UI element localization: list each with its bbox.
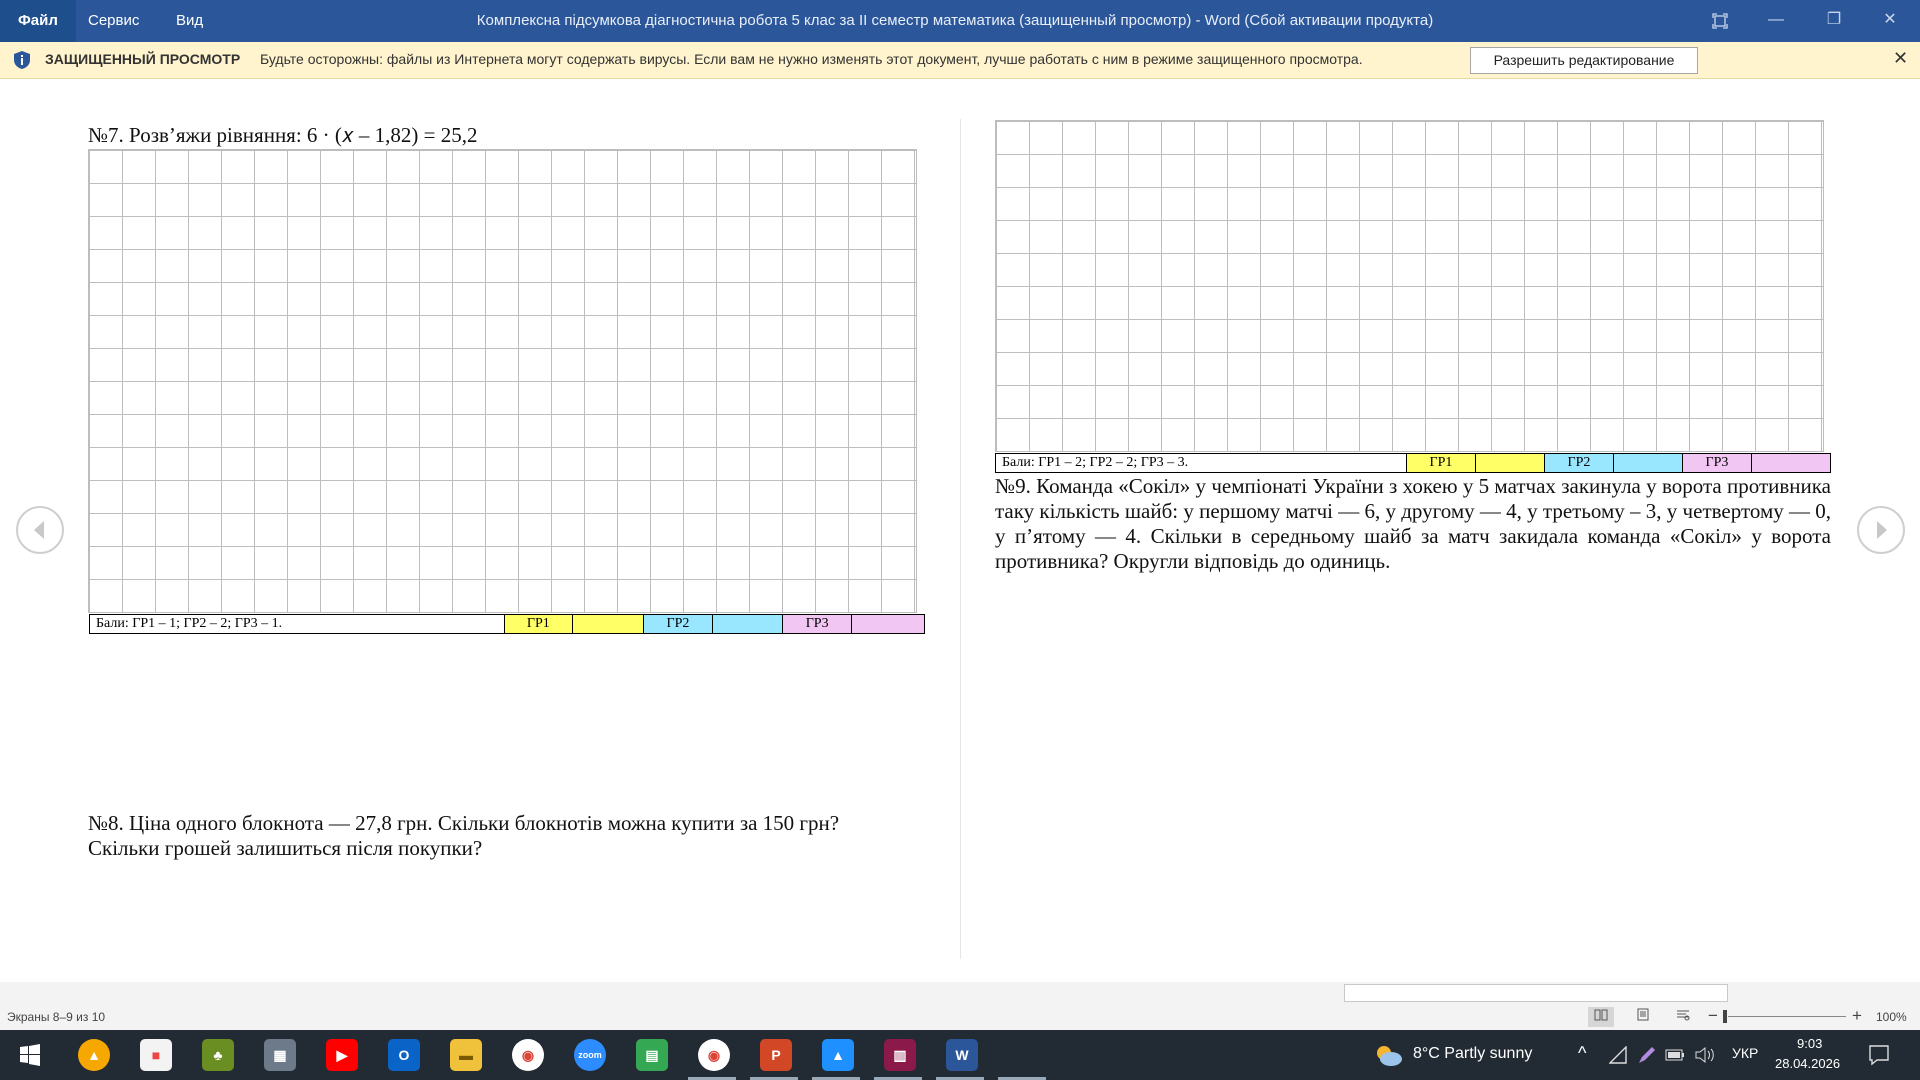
menu-service[interactable]: Сервис — [70, 0, 157, 42]
clock-date[interactable]: 28.04.2026 — [1775, 1056, 1840, 1071]
word-icon[interactable]: W — [946, 1039, 978, 1071]
chevron-up-icon[interactable]: ^ — [1578, 1043, 1586, 1064]
page-divider — [960, 119, 961, 959]
protected-view-label: ЗАЩИЩЕННЫЙ ПРОСМОТР — [45, 51, 241, 67]
score-gr3: ГР3 — [782, 615, 853, 633]
score-gr1: ГР1 — [1407, 454, 1476, 472]
zoom-in-button[interactable]: + — [1852, 1006, 1862, 1026]
taskbar: ▲ ■ ♣ ▦ ▶ O ▬ ◉ zoom ▤ ◉ P ▲ ▥ W 8°C Par… — [0, 1030, 1920, 1080]
outlook-icon[interactable]: O — [388, 1039, 420, 1071]
previous-screen-button[interactable] — [16, 506, 64, 554]
winrar-icon[interactable]: ▥ — [884, 1039, 916, 1071]
score-gr3: ГР3 — [1683, 454, 1752, 472]
grid-task7 — [88, 149, 917, 613]
menu-file[interactable]: Файл — [0, 0, 76, 42]
minimize-button[interactable]: — — [1748, 0, 1804, 42]
protected-view-message: Будьте осторожны: файлы из Интернета мог… — [260, 51, 1363, 67]
sheets-icon[interactable]: ▤ — [636, 1039, 668, 1071]
game-icon[interactable]: ♣ — [202, 1039, 234, 1071]
arrow-right-icon — [1877, 521, 1887, 539]
language-indicator[interactable]: УКР — [1732, 1045, 1758, 1061]
document-area[interactable]: №7. Розв’яжи рівняння: 6 · (𝑥 – 1,82) = … — [0, 79, 1920, 982]
store-icon[interactable]: ■ — [140, 1039, 172, 1071]
score-table-task9: Бали: ГР1 – 2; ГР2 – 2; ГР3 – 3. ГР1 ГР2… — [995, 453, 1831, 473]
status-bar: Экраны 8–9 из 10 − + 100% — [0, 1004, 1920, 1030]
pen-icon[interactable] — [1637, 1045, 1657, 1065]
score-label: Бали: ГР1 – 1; ГР2 – 2; ГР3 – 1. — [90, 615, 505, 633]
next-screen-button[interactable] — [1857, 506, 1905, 554]
chrome-icon[interactable]: ◉ — [512, 1039, 544, 1071]
print-layout-icon[interactable] — [1630, 1007, 1656, 1027]
explorer-icon[interactable]: ▬ — [450, 1039, 482, 1071]
score-gr2: ГР2 — [1545, 454, 1614, 472]
task8-text: №8. Ціна одного блокнота — 27,8 грн. Скі… — [88, 811, 840, 860]
shield-icon — [14, 51, 30, 69]
close-icon[interactable]: ✕ — [1893, 48, 1908, 69]
score-gr3-value — [852, 615, 924, 633]
battery-icon[interactable] — [1665, 1048, 1685, 1062]
close-button[interactable]: ✕ — [1862, 0, 1918, 42]
chrome-profile-icon[interactable]: ◉ — [698, 1039, 730, 1071]
score-gr2-value — [1614, 454, 1683, 472]
photos-icon[interactable]: ▲ — [822, 1039, 854, 1071]
enable-editing-button[interactable]: Разрешить редактирование — [1470, 47, 1698, 74]
zoom-slider[interactable] — [1728, 1016, 1846, 1017]
zoom-slider-handle[interactable] — [1723, 1010, 1727, 1023]
weather-text[interactable]: 8°C Partly sunny — [1413, 1045, 1532, 1063]
task7-text: №7. Розв’яжи рівняння: 6 · (𝑥 – 1,82) = … — [88, 123, 478, 147]
powerpoint-icon[interactable]: P — [760, 1039, 792, 1071]
calculator-icon[interactable]: ▦ — [264, 1039, 296, 1071]
web-layout-icon[interactable] — [1670, 1007, 1696, 1027]
score-gr1: ГР1 — [504, 615, 574, 633]
menu-view[interactable]: Вид — [158, 0, 221, 42]
restore-button[interactable]: ❐ — [1806, 0, 1862, 42]
zoom-icon[interactable]: zoom — [574, 1039, 606, 1071]
score-gr2-value — [713, 615, 783, 633]
window-title: Комплексна підсумкова діагностична робот… — [476, 12, 1434, 29]
page-counter: Экраны 8–9 из 10 — [7, 1010, 106, 1024]
clock-time[interactable]: 9:03 — [1797, 1036, 1822, 1051]
avast-icon[interactable]: ▲ — [78, 1039, 110, 1071]
protected-view-bar: ЗАЩИЩЕННЫЙ ПРОСМОТР Будьте осторожны: фа… — [0, 42, 1920, 79]
score-table-task7: Бали: ГР1 – 1; ГР2 – 2; ГР3 – 1. ГР1 ГР2… — [89, 614, 925, 634]
arrow-left-icon — [34, 521, 44, 539]
score-gr1-value — [573, 615, 644, 633]
zoom-out-button[interactable]: − — [1708, 1006, 1718, 1026]
zoom-level[interactable]: 100% — [1876, 1010, 1907, 1024]
scrollbar-thumb[interactable] — [1344, 984, 1728, 1002]
wifi-icon[interactable] — [1609, 1046, 1627, 1064]
score-gr1-value — [1476, 454, 1545, 472]
youtube-icon[interactable]: ▶ — [326, 1039, 358, 1071]
notification-icon[interactable] — [1868, 1044, 1890, 1066]
speaker-icon[interactable] — [1694, 1046, 1716, 1064]
grid-task9 — [995, 120, 1824, 452]
weather-icon[interactable] — [1372, 1042, 1404, 1068]
title-bar: Файл Сервис Вид Комплексна підсумкова ді… — [0, 0, 1920, 42]
score-gr3-value — [1752, 454, 1830, 472]
focus-mode-icon[interactable] — [1692, 0, 1748, 42]
score-gr2: ГР2 — [643, 615, 714, 633]
task9-text: №9. Команда «Сокіл» у чемпіонаті України… — [995, 474, 1831, 573]
horizontal-scrollbar[interactable] — [0, 982, 1920, 1004]
score-label: Бали: ГР1 – 2; ГР2 – 2; ГР3 – 3. — [996, 454, 1407, 472]
read-mode-icon[interactable] — [1588, 1007, 1614, 1027]
start-icon[interactable] — [14, 1039, 46, 1071]
